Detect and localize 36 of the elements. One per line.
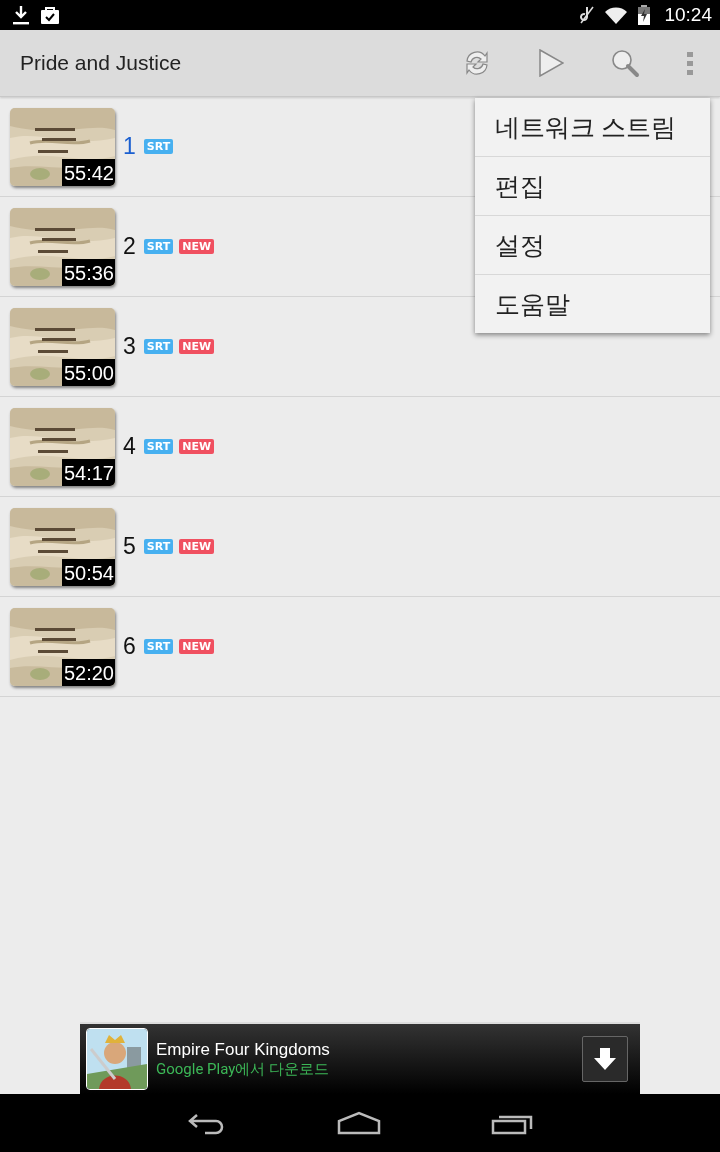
new-badge: NEW [179, 539, 215, 554]
episode-number[interactable]: 6 [123, 633, 136, 660]
download-icon [594, 1048, 616, 1070]
episode-number[interactable]: 3 [123, 333, 136, 360]
clock: 10:24 [664, 4, 712, 26]
ad-title: Empire Four Kingdoms [156, 1039, 331, 1060]
subtitle-badge: SRT [143, 339, 174, 354]
episode-number[interactable]: 2 [123, 233, 136, 260]
wifi-icon [604, 5, 629, 25]
episode-number[interactable]: 1 [123, 133, 136, 160]
menu-item[interactable]: 설정 [475, 216, 710, 275]
subtitle-badge: SRT [143, 239, 174, 254]
subtitle-badge: SRT [143, 139, 174, 154]
home-icon[interactable] [337, 1111, 381, 1135]
new-badge: NEW [179, 339, 215, 354]
menu-item[interactable]: 편집 [475, 157, 710, 216]
new-badge: NEW [179, 439, 215, 454]
shopping-bag-icon [40, 5, 60, 25]
subtitle-badge: SRT [143, 639, 174, 654]
battery-icon [638, 5, 651, 25]
play-icon[interactable] [538, 49, 564, 77]
episode-number[interactable]: 4 [123, 433, 136, 460]
subtitle-badge: SRT [143, 539, 174, 554]
menu-item[interactable]: 도움말 [475, 275, 710, 333]
download-icon [12, 5, 30, 25]
download-button[interactable] [582, 1036, 628, 1082]
muted-icon [580, 5, 595, 25]
episode-number[interactable]: 5 [123, 533, 136, 560]
menu-item[interactable]: 네트워크 스트림 [475, 98, 710, 157]
ad-subtitle: Google Play에서 다운로드 [156, 1059, 331, 1079]
ad-banner[interactable]: Empire Four Kingdoms Google Play에서 다운로드 [80, 1022, 640, 1094]
screen-title: Pride and Justice [20, 51, 182, 75]
subtitle-badge: SRT [143, 439, 174, 454]
new-badge: NEW [179, 639, 215, 654]
search-icon[interactable] [610, 48, 640, 78]
new-badge: NEW [179, 239, 215, 254]
